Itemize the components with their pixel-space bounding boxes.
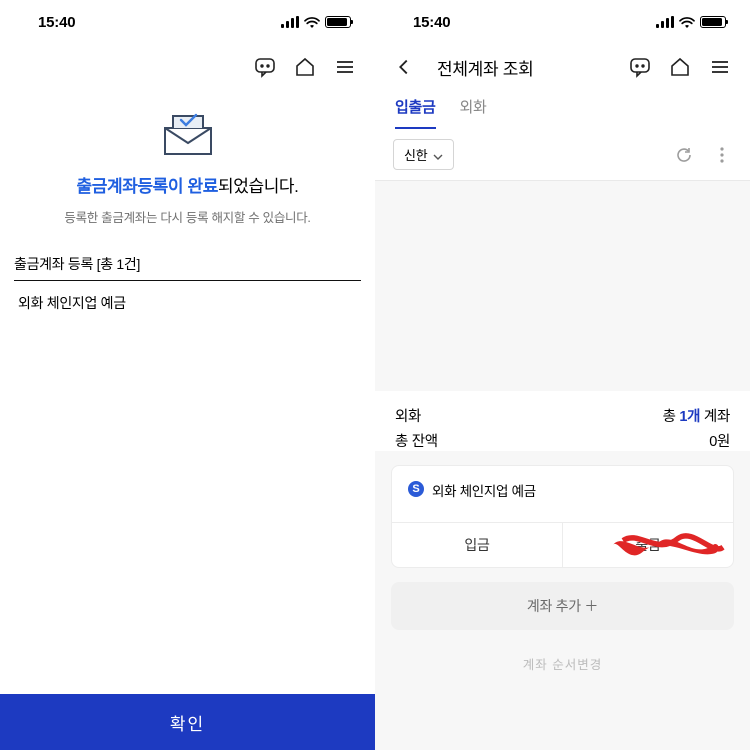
screen-registration-complete: 15:40 출금계좌등록이 완료되었습니다. xyxy=(0,0,375,750)
page-title: 전체계좌 조회 xyxy=(437,55,533,80)
wifi-icon xyxy=(304,16,320,28)
more-vert-icon[interactable] xyxy=(712,145,732,165)
add-account-button[interactable]: 계좌 추가 ＋ xyxy=(391,582,734,630)
app-header xyxy=(0,44,375,90)
divider xyxy=(375,180,750,181)
envelope-check-icon xyxy=(159,108,217,158)
summary-balance-value: 0원 xyxy=(709,430,730,451)
confirm-button[interactable]: 확인 xyxy=(0,694,375,750)
tab-deposit-withdraw[interactable]: 입출금 xyxy=(395,96,436,129)
app-header: 전체계좌 조회 xyxy=(375,44,750,90)
headline-accent: 출금계좌등록이 완료 xyxy=(76,177,217,196)
account-card-title: 외화 체인지업 예금 xyxy=(432,480,536,500)
headline: 출금계좌등록이 완료되었습니다. xyxy=(0,172,375,197)
withdraw-label: 출금 xyxy=(635,537,660,553)
summary-count: 총 1개 계좌 xyxy=(663,405,730,426)
menu-icon[interactable] xyxy=(333,55,357,79)
account-name: 외화 체인지업 예금 xyxy=(18,293,361,313)
status-time: 15:40 xyxy=(38,14,75,31)
chat-icon[interactable] xyxy=(628,55,652,79)
filter-row: 신한 xyxy=(375,129,750,180)
deposit-button[interactable]: 입금 xyxy=(392,523,562,567)
summary-balance-label: 총 잔액 xyxy=(395,430,438,451)
screen-account-list: 15:40 전체계좌 조회 입출금 외화 xyxy=(375,0,750,750)
status-time: 15:40 xyxy=(413,14,450,31)
summary-block: 외화 총 1개 계좌 총 잔액 0원 xyxy=(375,391,750,451)
section-title: 출금계좌 등록 [총 1건] xyxy=(14,254,361,281)
bank-filter-label: 신한 xyxy=(404,145,428,164)
refresh-icon[interactable] xyxy=(674,145,694,165)
status-bar: 15:40 xyxy=(375,0,750,44)
battery-icon xyxy=(700,16,726,28)
menu-icon[interactable] xyxy=(708,55,732,79)
status-bar: 15:40 xyxy=(0,0,375,44)
cellular-icon xyxy=(656,16,674,28)
chevron-down-icon xyxy=(433,150,443,160)
tab-foreign[interactable]: 외화 xyxy=(460,96,487,129)
account-card-header: S 외화 체인지업 예금 xyxy=(392,466,733,522)
wifi-icon xyxy=(679,16,695,28)
bank-filter-chip[interactable]: 신한 xyxy=(393,139,454,170)
tabs: 입출금 외화 xyxy=(375,90,750,129)
bank-logo-icon: S xyxy=(408,481,424,497)
summary-currency-label: 외화 xyxy=(395,405,421,426)
home-icon[interactable] xyxy=(293,55,317,79)
edit-order-link[interactable]: 계좌 순서변경 xyxy=(375,654,750,673)
account-card[interactable]: S 외화 체인지업 예금 입금 출금 xyxy=(391,465,734,568)
status-icons xyxy=(281,16,351,28)
withdraw-button[interactable]: 출금 xyxy=(562,523,733,567)
account-card-actions: 입금 출금 xyxy=(392,522,733,567)
success-illustration xyxy=(0,108,375,158)
cellular-icon xyxy=(281,16,299,28)
filter-tools xyxy=(674,145,732,165)
battery-icon xyxy=(325,16,351,28)
subline: 등록한 출금계좌는 다시 등록 해지할 수 있습니다. xyxy=(0,207,375,226)
back-icon[interactable] xyxy=(393,56,415,78)
chat-icon[interactable] xyxy=(253,55,277,79)
status-icons xyxy=(656,16,726,28)
home-icon[interactable] xyxy=(668,55,692,79)
headline-rest: 되었습니다. xyxy=(218,177,299,196)
